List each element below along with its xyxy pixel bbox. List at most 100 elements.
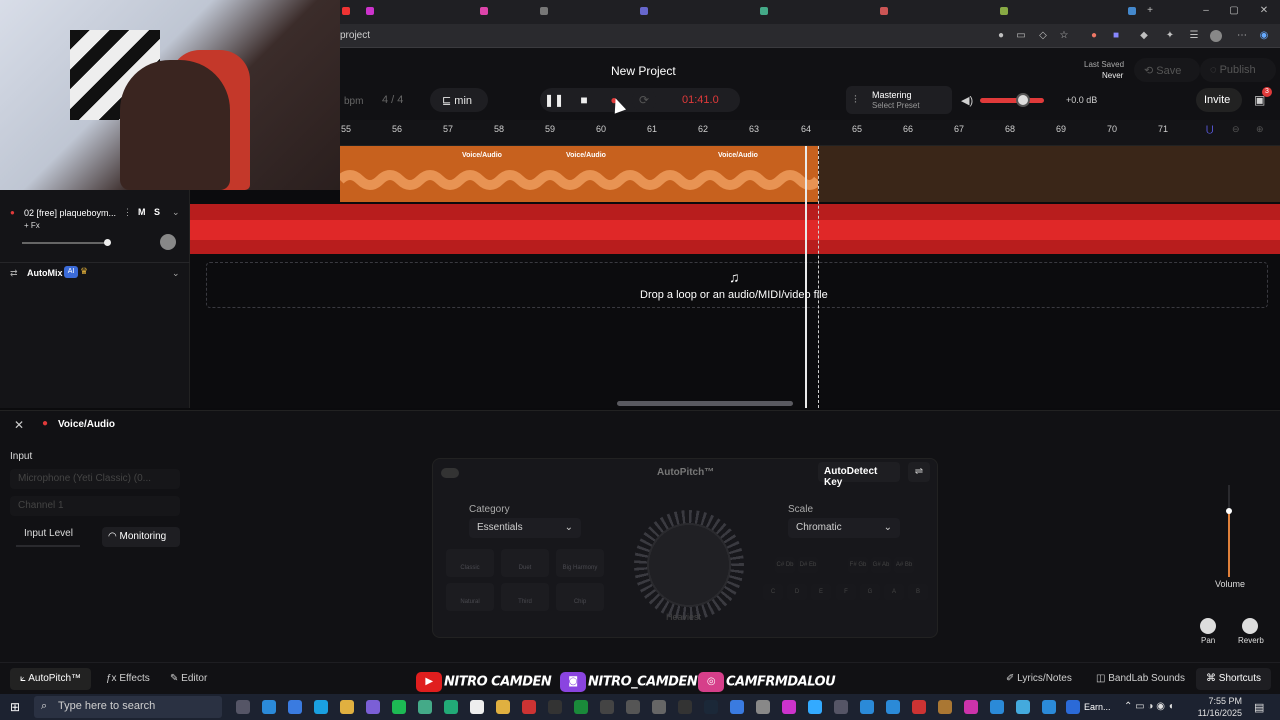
app-icon[interactable]: [314, 700, 328, 714]
monitoring-button[interactable]: ◠ Monitoring: [102, 527, 180, 547]
collections-icon[interactable]: ☰: [1188, 30, 1200, 42]
track-2-name[interactable]: 02 [free] plaqueboym...: [24, 208, 120, 218]
app-icon[interactable]: [860, 700, 874, 714]
key-button[interactable]: D# Eb: [798, 557, 818, 573]
channel-select[interactable]: Channel 1: [10, 496, 180, 516]
project-title[interactable]: New Project: [611, 64, 676, 78]
autodetect-key-button[interactable]: AutoDetect Key: [818, 462, 900, 488]
tab-icon[interactable]: [1000, 7, 1008, 15]
app-icon[interactable]: [990, 700, 1004, 714]
magnet-icon[interactable]: ⋃: [1206, 124, 1213, 135]
bpm-label[interactable]: bpm: [344, 96, 363, 107]
key-selector[interactable]: ⊑ min: [430, 88, 488, 112]
key-button[interactable]: C# Db: [775, 557, 795, 573]
timeline-ruler[interactable]: 55 56 57 58 59 60 61 62 63 64 65 66 67 6…: [340, 120, 1280, 146]
clock-time[interactable]: 7:55 PM: [1196, 696, 1242, 706]
url-text[interactable]: project: [340, 30, 370, 41]
new-tab-icon[interactable]: +: [1144, 5, 1156, 17]
app-icon[interactable]: [964, 700, 978, 714]
app-icon[interactable]: [678, 700, 692, 714]
key-button[interactable]: B: [908, 584, 928, 600]
pan-knob[interactable]: [160, 234, 176, 250]
preset-duet[interactable]: Duet: [501, 549, 549, 577]
notification-icon[interactable]: ▤: [1254, 701, 1264, 714]
windows-start-icon[interactable]: ⊞: [10, 700, 20, 714]
extension-icon[interactable]: ◆: [1138, 30, 1150, 42]
tab-icon[interactable]: [760, 7, 768, 15]
maximize-icon[interactable]: ▢: [1228, 5, 1240, 17]
track-menu-icon[interactable]: ⋮: [123, 207, 132, 218]
app-icon[interactable]: [600, 700, 614, 714]
preset-classic[interactable]: Classic: [446, 549, 494, 577]
minimize-icon[interactable]: –: [1200, 5, 1212, 17]
tab-icon[interactable]: [1128, 7, 1136, 15]
app-icon[interactable]: [626, 700, 640, 714]
key-button[interactable]: D: [787, 584, 807, 600]
speaker-icon[interactable]: ◀): [961, 94, 973, 107]
puzzle-icon[interactable]: ✦: [1164, 30, 1176, 42]
tab-icon[interactable]: [366, 7, 374, 15]
app-icon[interactable]: [522, 700, 536, 714]
taskbar-search[interactable]: ⌕ Type here to search: [34, 696, 222, 718]
task-view-icon[interactable]: [236, 700, 250, 714]
edge-icon[interactable]: [262, 700, 276, 714]
app-icon[interactable]: [1042, 700, 1056, 714]
tab-editor[interactable]: ✎ Editor: [160, 668, 217, 690]
master-volume-slider[interactable]: [980, 98, 1044, 103]
zoom-out-icon[interactable]: ⊖: [1232, 124, 1240, 135]
drop-zone[interactable]: ♫ Drop a loop or an audio/MIDI/video fil…: [206, 262, 1268, 308]
word-icon[interactable]: [1066, 700, 1080, 714]
pause-icon[interactable]: ❚❚: [542, 88, 566, 112]
active-app-label[interactable]: Earn...: [1084, 702, 1111, 712]
app-icon[interactable]: [288, 700, 302, 714]
solo-button[interactable]: S: [154, 207, 160, 217]
autopitch-strength-knob[interactable]: [634, 510, 744, 620]
track-2-audio-region[interactable]: [190, 204, 1280, 254]
system-tray-icons[interactable]: ⌃ ▭ ◑ ◉ ◖: [1124, 701, 1174, 712]
tab-effects[interactable]: ƒx Effects: [96, 668, 160, 690]
app-icon[interactable]: [496, 700, 510, 714]
tab-autopitch[interactable]: ⟀ AutoPitch™: [10, 668, 92, 690]
spotify-icon[interactable]: [392, 700, 406, 714]
key-button[interactable]: A: [884, 584, 904, 600]
key-button[interactable]: F# Gb: [848, 557, 868, 573]
tab-icon[interactable]: [880, 7, 888, 15]
stop-icon[interactable]: ■: [572, 88, 596, 112]
autopitch-toggle[interactable]: [441, 468, 459, 478]
key-button[interactable]: E: [811, 584, 831, 600]
chevron-down-icon[interactable]: ⌄: [172, 207, 180, 218]
volume-handle[interactable]: [1016, 93, 1030, 107]
mastering-selector[interactable]: ⫶ Mastering Select Preset: [846, 86, 952, 114]
time-signature[interactable]: 4 / 4: [382, 94, 403, 106]
track-1-audio-region[interactable]: Voice/Audio Voice/Audio Voice/Audio: [340, 146, 818, 202]
key-button[interactable]: C: [763, 584, 783, 600]
steam-icon[interactable]: [704, 700, 718, 714]
shortcuts-button[interactable]: ⌘ Shortcuts: [1196, 668, 1272, 690]
settings-sliders-icon[interactable]: ⇌: [908, 462, 930, 482]
bandlab-sounds-button[interactable]: ◫ BandLab Sounds: [1086, 668, 1195, 690]
mute-button[interactable]: M: [138, 207, 146, 217]
app-icon[interactable]: [912, 700, 926, 714]
tab-icon[interactable]: [640, 7, 648, 15]
preset-natural[interactable]: Natural: [446, 583, 494, 611]
extension-icon[interactable]: ■: [1110, 30, 1122, 42]
preset-big-harmony[interactable]: Big Harmony: [556, 549, 604, 577]
app-icon[interactable]: [652, 700, 666, 714]
tab-icon[interactable]: [540, 7, 548, 15]
automix-label[interactable]: AutoMix: [27, 268, 63, 278]
app-icon[interactable]: [834, 700, 848, 714]
key-button[interactable]: A# Bb: [894, 557, 914, 573]
publish-button[interactable]: ◌ Publish: [1200, 58, 1276, 82]
scale-select[interactable]: Chromatic ⌄: [788, 518, 900, 538]
file-explorer-icon[interactable]: [340, 700, 354, 714]
app-icon[interactable]: [548, 700, 562, 714]
app-icon[interactable]: [366, 700, 380, 714]
app-icon[interactable]: [1016, 700, 1030, 714]
key-button[interactable]: F: [836, 584, 856, 600]
loop-icon[interactable]: ⟳: [632, 88, 656, 112]
app-icon[interactable]: [886, 700, 900, 714]
volume-fader-handle[interactable]: [1226, 508, 1232, 514]
zoom-in-icon[interactable]: ⊕: [1256, 124, 1264, 135]
app-icon[interactable]: [444, 700, 458, 714]
key-button[interactable]: G: [860, 584, 880, 600]
